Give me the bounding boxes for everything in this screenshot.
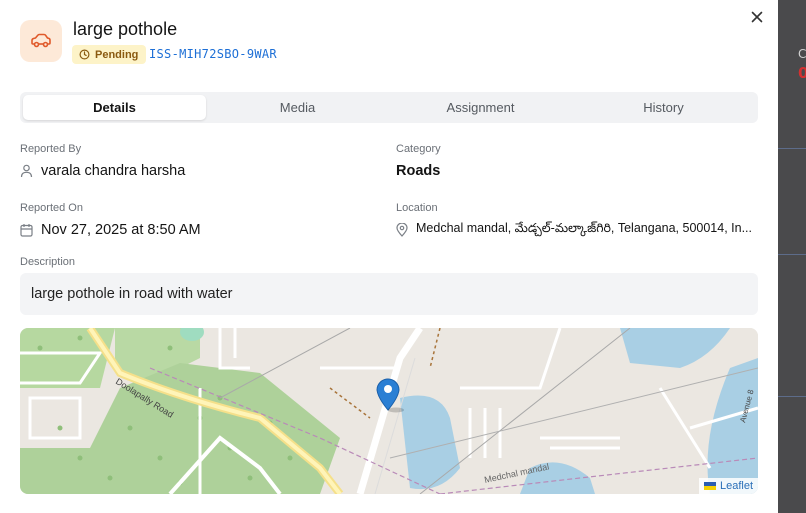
car-icon — [31, 33, 51, 48]
location-value: Medchal mandal, మేడ్చల్-మల్కాజ్‌గిరి, Te… — [416, 221, 752, 235]
tab-media[interactable]: Media — [206, 95, 389, 120]
calendar-icon — [20, 224, 33, 237]
reported-by-field: varala chandra harsha — [20, 163, 185, 179]
location-field: Medchal mandal, మేడ్చల్-మల్కాజ్‌గిరి, Te… — [396, 221, 758, 239]
tab-assignment[interactable]: Assignment — [389, 95, 572, 120]
reporter-name: varala chandra harsha — [41, 163, 186, 179]
clock-icon — [79, 49, 90, 60]
category-field: Roads — [396, 163, 440, 179]
category-icon-tile — [20, 20, 62, 62]
close-icon — [751, 11, 763, 23]
leaflet-link[interactable]: Leaflet — [720, 480, 753, 492]
tab-bar: Details Media Assignment History — [20, 92, 758, 123]
backdrop-panel: C 0 — [778, 0, 806, 513]
issue-detail-modal: large pothole Pending ISS-MIH72SBO-9WAR … — [0, 0, 778, 513]
reported-on-field: Nov 27, 2025 at 8:50 AM — [20, 222, 201, 238]
map-pin-icon — [396, 223, 408, 237]
ukraine-flag-icon — [703, 482, 716, 490]
backdrop-text: C — [798, 47, 806, 61]
description-label: Description — [20, 256, 76, 268]
close-button[interactable] — [748, 8, 766, 26]
location-label: Location — [396, 202, 438, 214]
reported-by-label: Reported By — [20, 143, 82, 155]
status-badge: Pending — [72, 45, 147, 64]
map-tiles: Doolapally Road Medchal mandal Avenue 8 — [20, 328, 758, 494]
issue-title: large pothole — [73, 19, 178, 39]
backdrop-divider — [778, 254, 806, 255]
tab-history[interactable]: History — [572, 95, 755, 120]
backdrop-divider — [778, 396, 806, 397]
description-box: large pothole in road with water — [20, 273, 758, 315]
status-label: Pending — [95, 48, 139, 61]
reported-date: Nov 27, 2025 at 8:50 AM — [41, 222, 201, 238]
backdrop-divider — [778, 148, 806, 149]
tab-details[interactable]: Details — [23, 95, 206, 120]
map-attribution[interactable]: Leaflet — [698, 478, 758, 494]
category-label: Category — [396, 143, 441, 155]
category-value: Roads — [396, 163, 441, 179]
backdrop-value: 0 — [798, 64, 806, 82]
location-map[interactable]: Doolapally Road Medchal mandal Avenue 8 … — [20, 328, 758, 494]
user-icon — [20, 164, 33, 178]
reported-on-label: Reported On — [20, 202, 83, 214]
issue-id[interactable]: ISS-MIH72SBO-9WAR — [149, 47, 277, 61]
